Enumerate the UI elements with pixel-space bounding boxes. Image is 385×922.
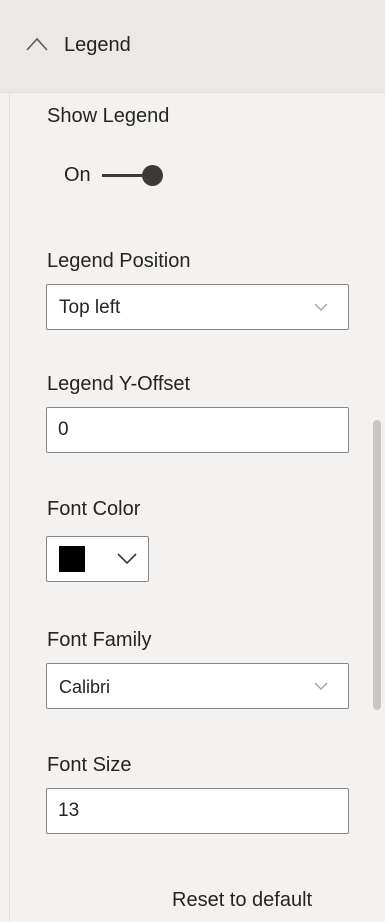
toggle-knob[interactable] [142,165,163,186]
legend-position-dropdown[interactable]: Top left [46,284,349,330]
font-family-dropdown[interactable]: Calibri [46,663,349,709]
chevron-down-icon [117,553,137,565]
font-color-swatch [59,546,85,572]
toggle-state-text: On [64,164,91,186]
section-title: Legend [64,34,131,56]
font-family-label: Font Family [47,629,152,651]
legend-y-offset-label: Legend Y-Offset [47,373,191,395]
legend-y-offset-input[interactable] [58,419,328,441]
font-color-picker[interactable] [46,536,149,582]
scrollbar-thumb[interactable] [373,420,381,710]
font-size-field[interactable] [46,788,349,834]
show-legend-label: Show Legend [47,105,170,127]
legend-section-header[interactable]: Legend [0,0,385,93]
legend-position-value: Top left [59,297,121,318]
chevron-up-icon [26,37,48,51]
chevron-down-icon [314,682,328,690]
font-size-input[interactable] [58,800,328,822]
legend-position-label: Legend Position [47,250,191,272]
font-size-label: Font Size [47,754,132,776]
font-color-label: Font Color [47,498,141,520]
section-divider [9,93,10,922]
format-pane: Legend Show Legend On Legend Position To… [0,0,385,922]
font-family-value: Calibri [59,677,111,697]
legend-y-offset-field[interactable] [46,407,349,453]
show-legend-toggle[interactable]: On [64,161,174,189]
reset-to-default-link[interactable]: Reset to default [172,888,312,912]
chevron-down-icon [314,303,328,311]
